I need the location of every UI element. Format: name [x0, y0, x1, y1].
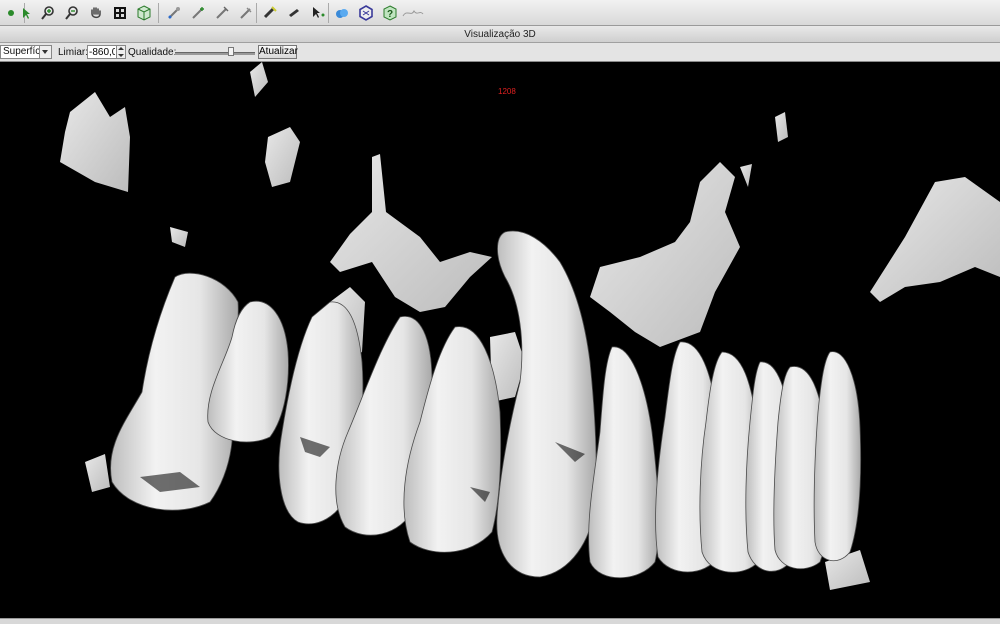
3d-viewport[interactable]: 1208	[0, 62, 1000, 618]
zoom-in-icon[interactable]	[38, 3, 58, 23]
select-icon[interactable]	[16, 3, 36, 23]
dental-surface-render	[60, 62, 1000, 590]
pan-hand-icon[interactable]	[86, 3, 106, 23]
toolbar-separator	[158, 3, 159, 23]
app-window: ? Visualização 3D Superfície Limiar: Qua…	[0, 0, 1000, 624]
quality-label: Qualidade:	[128, 47, 177, 58]
chevron-down-icon[interactable]	[39, 46, 51, 58]
cursor-icon[interactable]	[308, 3, 328, 23]
svg-text:?: ?	[387, 9, 393, 20]
render-icon[interactable]	[332, 3, 352, 23]
measure-icon[interactable]	[164, 3, 184, 23]
status-bar	[0, 618, 1000, 624]
render-mode-select[interactable]: Superfície	[0, 45, 52, 59]
help-icon[interactable]: ?	[380, 3, 400, 23]
quality-slider[interactable]	[175, 47, 255, 58]
ruler-icon[interactable]	[236, 3, 256, 23]
threshold-label: Limiar:	[58, 47, 89, 58]
scalpel-icon[interactable]	[284, 3, 304, 23]
logo-icon	[402, 3, 424, 23]
window-title: Visualização 3D	[0, 26, 1000, 43]
quality-slider-track	[175, 52, 255, 55]
frame-counter: 1208	[498, 87, 516, 96]
threshold-stepper[interactable]	[117, 45, 126, 59]
probe-icon[interactable]	[212, 3, 232, 23]
render-mode-value: Superfície	[3, 46, 39, 57]
zoom-out-icon[interactable]	[62, 3, 82, 23]
threshold-input[interactable]	[87, 45, 117, 59]
cube-icon[interactable]	[134, 3, 154, 23]
toolbar-separator	[328, 3, 329, 23]
hex-icon[interactable]	[356, 3, 376, 23]
update-button[interactable]: Atualizar	[258, 45, 298, 59]
teeth	[110, 230, 862, 579]
toolbar-separator	[256, 3, 257, 23]
render-controls: Superfície Limiar: Qualidade: Atualizar	[0, 43, 1000, 62]
main-toolbar: ?	[0, 0, 1000, 26]
grid-icon[interactable]	[110, 3, 130, 23]
wand-icon[interactable]	[260, 3, 280, 23]
quality-slider-thumb[interactable]	[228, 47, 234, 56]
angle-icon[interactable]	[188, 3, 208, 23]
